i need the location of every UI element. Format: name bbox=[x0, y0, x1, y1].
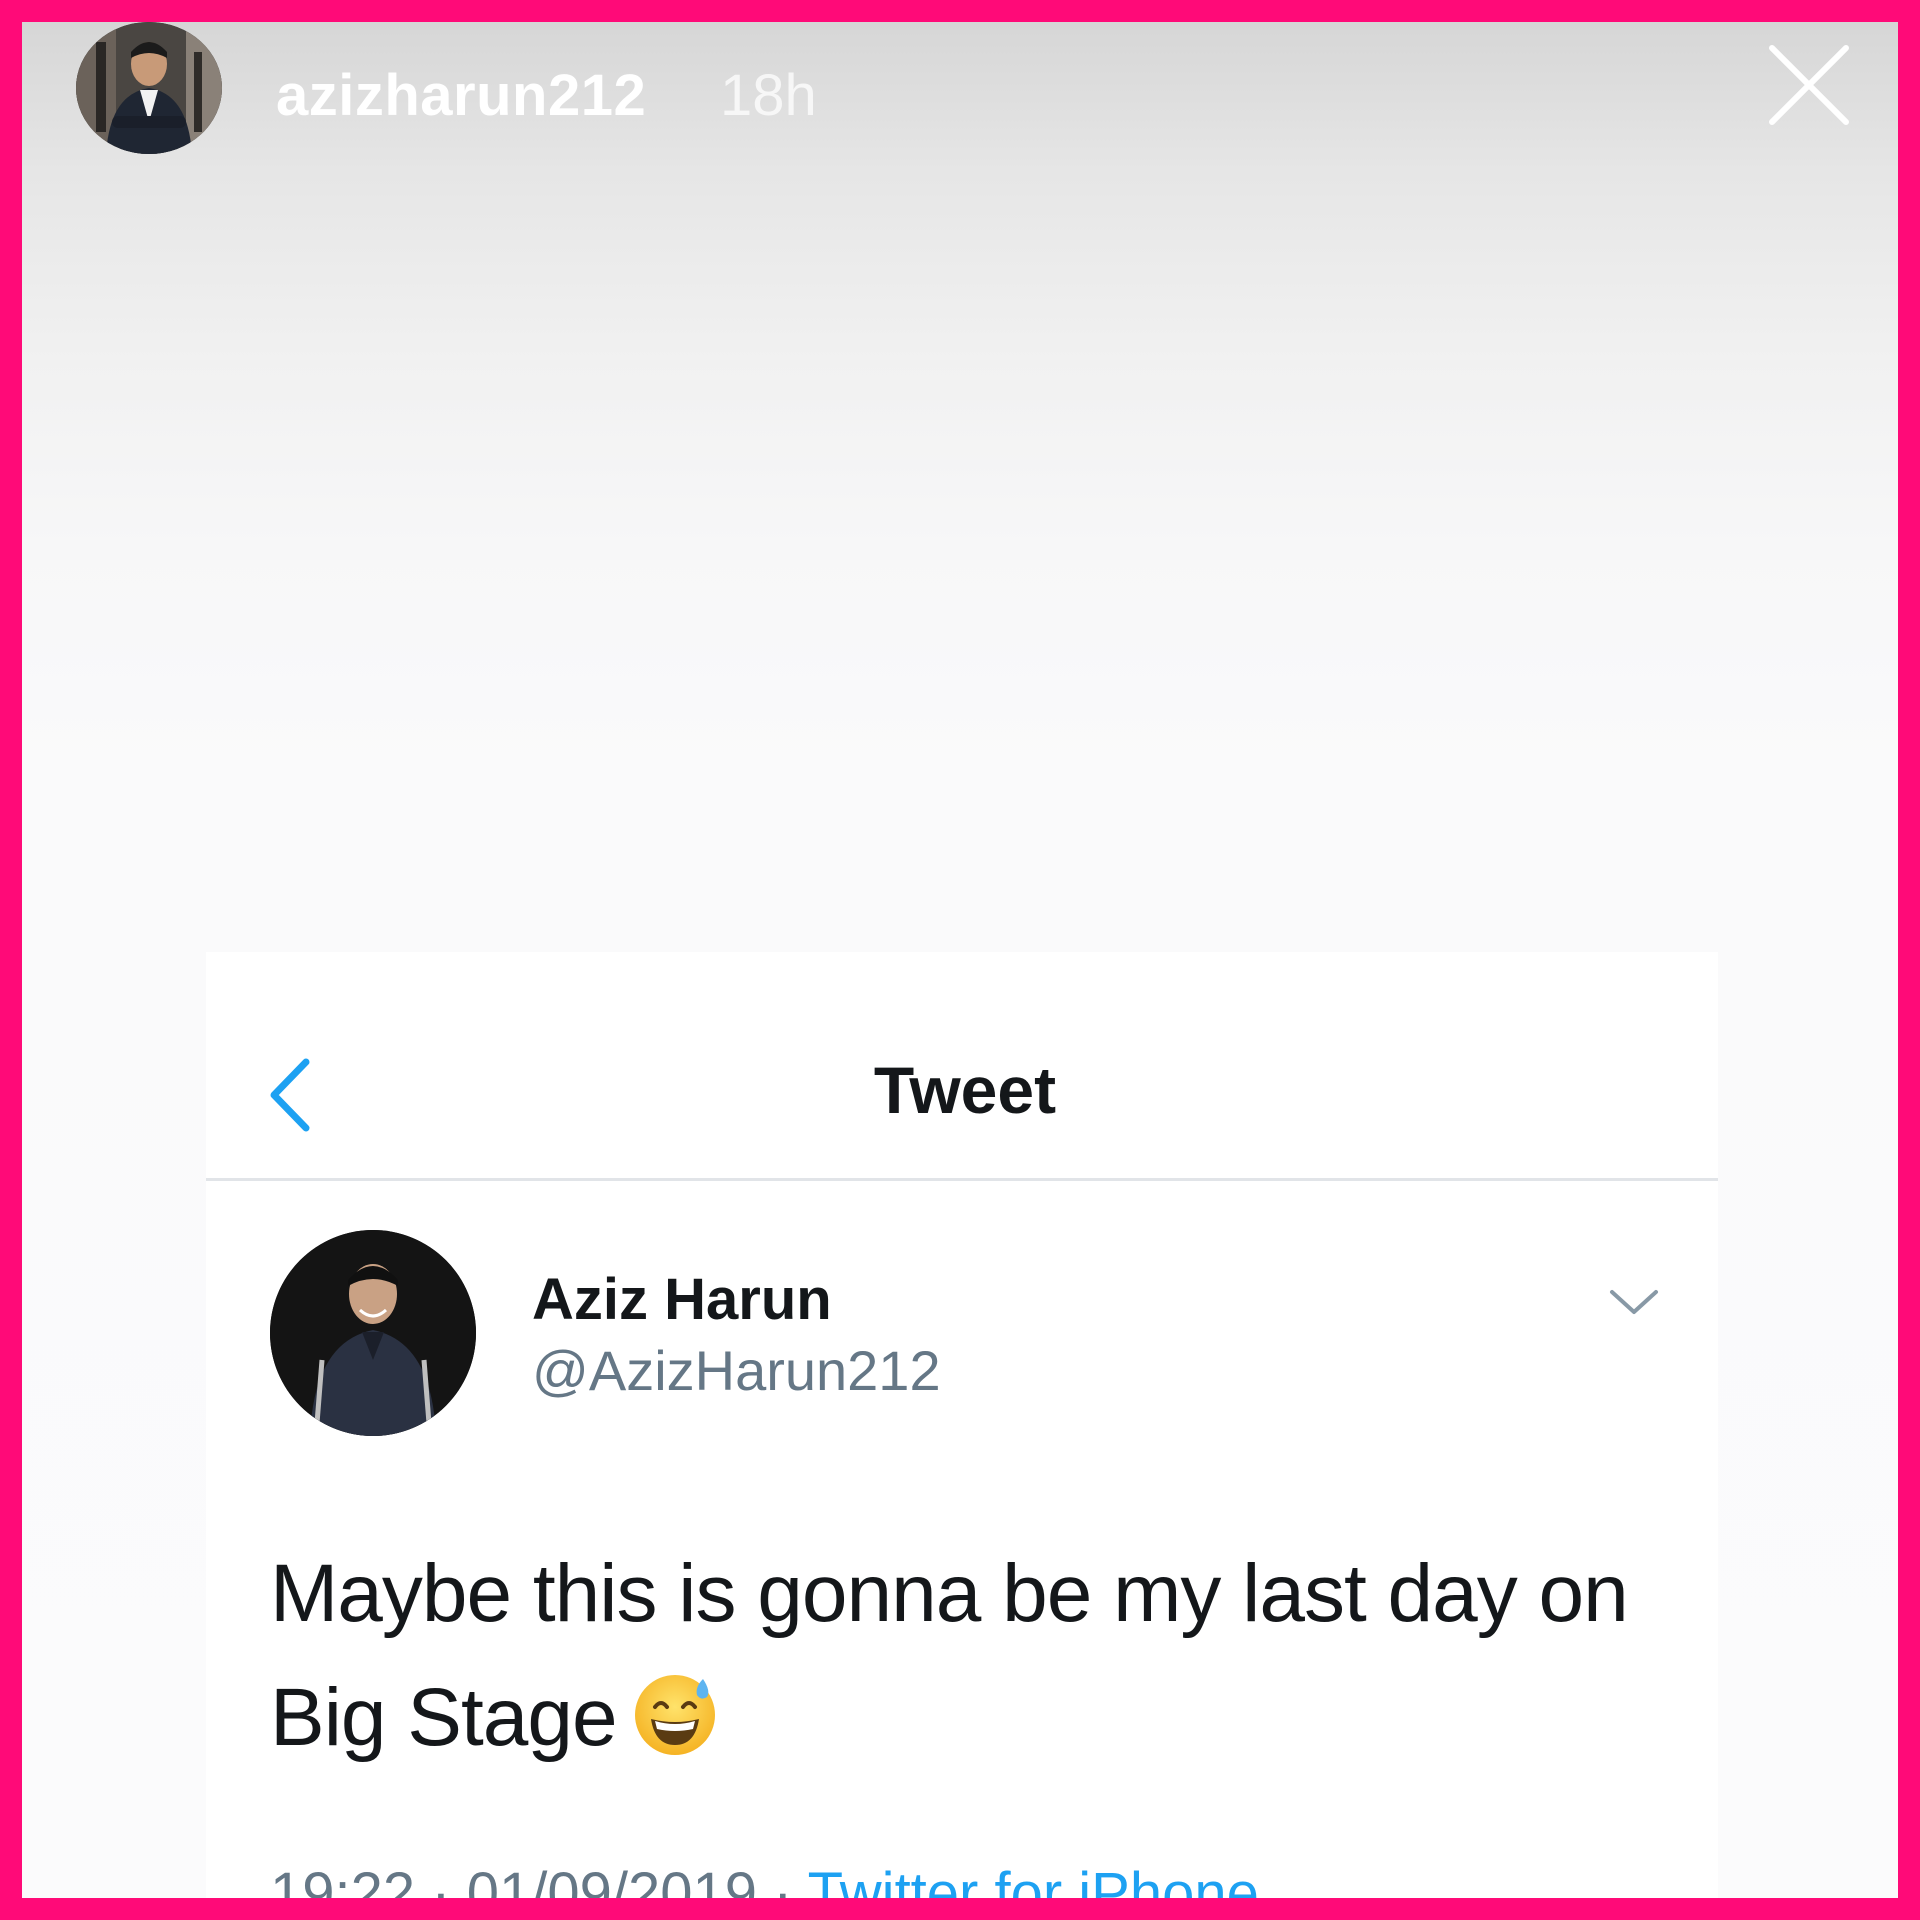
tweet-date: 01/09/2019 bbox=[466, 1861, 758, 1898]
close-icon[interactable] bbox=[1764, 40, 1854, 130]
tweet-screenshot: Tweet Aziz Harun @AzizHarun212 Maybe thi… bbox=[206, 952, 1718, 1898]
author-photo-icon bbox=[270, 1230, 476, 1436]
story-header: azizharun212 18h bbox=[22, 22, 1898, 182]
author-avatar[interactable] bbox=[270, 1230, 476, 1436]
avatar-photo-icon bbox=[76, 22, 222, 154]
tweet-nav-bar: Tweet bbox=[206, 952, 1718, 1181]
meta-separator: · bbox=[431, 1861, 451, 1898]
tweet-text-line: Big Stage bbox=[270, 1656, 1690, 1780]
chevron-down-icon[interactable] bbox=[1606, 1282, 1662, 1322]
story-frame: azizharun212 18h Tweet Aziz Harun @AzizH… bbox=[22, 22, 1898, 1898]
tweet-text-line: Maybe this is gonna be my last day on bbox=[270, 1548, 1629, 1639]
author-name[interactable]: Aziz Harun bbox=[532, 1266, 832, 1333]
tweet-text: Maybe this is gonna be my last day on Bi… bbox=[270, 1532, 1690, 1780]
nav-title: Tweet bbox=[873, 1053, 1057, 1127]
author-handle[interactable]: @AzizHarun212 bbox=[532, 1338, 941, 1403]
grinning-face-with-sweat-emoji bbox=[631, 1668, 719, 1756]
tweet-meta: 19:22 · 01/09/2019 · Twitter for iPhone bbox=[270, 1860, 1259, 1898]
story-avatar[interactable] bbox=[76, 22, 222, 154]
tweet-source-link[interactable]: Twitter for iPhone bbox=[808, 1861, 1259, 1898]
tweet-text-fragment: Big Stage bbox=[270, 1672, 618, 1763]
meta-separator: · bbox=[773, 1861, 793, 1898]
story-timestamp: 18h bbox=[720, 63, 817, 128]
tweet-time: 19:22 bbox=[270, 1861, 416, 1898]
story-username[interactable]: azizharun212 bbox=[276, 62, 646, 129]
